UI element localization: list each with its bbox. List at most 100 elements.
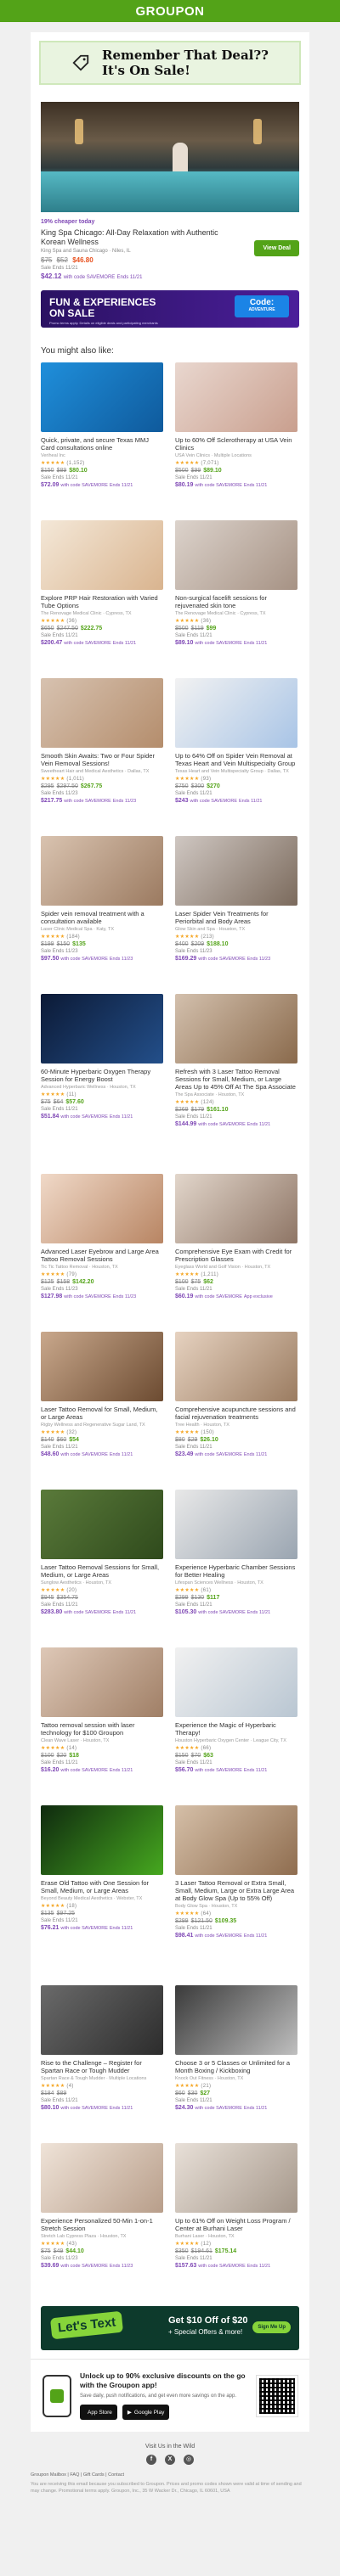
deal-title[interactable]: Experience the Magic of Hyperbaric Thera… bbox=[175, 1721, 298, 1737]
deal-card[interactable]: Laser Tattoo Removal for Small, Medium, … bbox=[41, 1332, 163, 1490]
sale-price: $117 bbox=[207, 1595, 220, 1601]
deal-card[interactable]: Advanced Laser Eyebrow and Large Area Ta… bbox=[41, 1174, 163, 1332]
deal-image[interactable] bbox=[41, 1174, 163, 1243]
deal-image[interactable] bbox=[175, 1332, 298, 1401]
deal-card[interactable]: 3 Laser Tattoo Removal or Extra Small, S… bbox=[175, 1805, 298, 1985]
deal-image[interactable] bbox=[41, 2143, 163, 2213]
deal-card[interactable]: Quick, private, and secure Texas MMJ Car… bbox=[41, 362, 163, 520]
deal-title[interactable]: Comprehensive acupuncture sessions and f… bbox=[175, 1406, 298, 1421]
deal-image[interactable] bbox=[41, 1985, 163, 2055]
deal-image[interactable] bbox=[175, 1805, 298, 1875]
deal-card[interactable]: Comprehensive acupuncture sessions and f… bbox=[175, 1332, 298, 1490]
deal-card[interactable]: Experience Hyperbaric Chamber Sessions f… bbox=[175, 1490, 298, 1647]
deal-title[interactable]: Advanced Laser Eyebrow and Large Area Ta… bbox=[41, 1248, 163, 1263]
deal-image[interactable] bbox=[41, 1490, 163, 1559]
deal-title[interactable]: Experience Personalized 50-Min 1-on-1 St… bbox=[41, 2217, 163, 2232]
groupon-logo[interactable]: GROUPON bbox=[135, 4, 204, 19]
deal-card[interactable]: Explore PRP Hair Restoration with Varied… bbox=[41, 520, 163, 678]
deal-image[interactable] bbox=[175, 1174, 298, 1243]
main-deal-title[interactable]: King Spa Chicago: All-Day Relaxation wit… bbox=[41, 228, 219, 247]
deal-title[interactable]: Erase Old Tattoo with One Session for Sm… bbox=[41, 1879, 163, 1894]
code-text: with code SAVEMORE bbox=[198, 2264, 246, 2269]
deal-card[interactable]: Erase Old Tattoo with One Session for Sm… bbox=[41, 1805, 163, 1985]
main-deal-card[interactable]: 19% cheaper today King Spa Chicago: All-… bbox=[31, 93, 309, 290]
qr-code[interactable] bbox=[256, 2374, 298, 2417]
app-store-button[interactable]: App Store bbox=[80, 2405, 117, 2420]
deal-title[interactable]: Laser Tattoo Removal for Small, Medium, … bbox=[41, 1406, 163, 1421]
deal-card[interactable]: Laser Tattoo Removal Sessions for Small,… bbox=[41, 1490, 163, 1647]
deal-image[interactable] bbox=[175, 678, 298, 748]
deal-card[interactable]: Laser Spider Vein Treatments for Periorb… bbox=[175, 836, 298, 994]
text-signup-banner[interactable]: Let's Text Get $10 Off of $20 + Special … bbox=[31, 2301, 309, 2359]
deal-card[interactable]: Up to 61% Off on Weight Loss Program / C… bbox=[175, 2143, 298, 2301]
deal-image[interactable] bbox=[41, 994, 163, 1064]
code-price-line: $80.19 with code SAVEMORE Ends 11/21 bbox=[175, 482, 298, 488]
deal-merchant: Knock Out Fitness · Houston, TX bbox=[175, 2076, 244, 2081]
deal-image[interactable] bbox=[175, 1647, 298, 1717]
deal-title[interactable]: Laser Spider Vein Treatments for Periorb… bbox=[175, 910, 298, 925]
deal-title[interactable]: Experience Hyperbaric Chamber Sessions f… bbox=[175, 1563, 298, 1579]
deal-prices: $150 $70 $63 bbox=[175, 1753, 298, 1759]
google-play-button[interactable]: ▶ Google Play bbox=[122, 2405, 170, 2420]
facebook-icon[interactable]: f bbox=[146, 2455, 156, 2465]
deal-title[interactable]: 60-Minute Hyperbaric Oxygen Therapy Sess… bbox=[41, 1068, 163, 1083]
footer-links[interactable]: Groupon Mailbox | FAQ | Gift Cards | Con… bbox=[31, 2472, 309, 2478]
deal-title[interactable]: Up to 64% Off on Spider Vein Removal at … bbox=[175, 752, 298, 767]
deal-image[interactable] bbox=[175, 836, 298, 906]
deal-image[interactable] bbox=[175, 520, 298, 590]
code-text: with code SAVEMORE bbox=[190, 799, 238, 804]
deal-image[interactable] bbox=[41, 836, 163, 906]
deal-title[interactable]: Tattoo removal session with laser techno… bbox=[41, 1721, 163, 1737]
deal-image[interactable] bbox=[41, 362, 163, 432]
deal-title[interactable]: Refresh with 3 Laser Tattoo Removal Sess… bbox=[175, 1068, 298, 1091]
deal-image[interactable] bbox=[41, 520, 163, 590]
deal-image[interactable] bbox=[175, 1490, 298, 1559]
deal-card[interactable]: Spider vein removal treatment with a con… bbox=[41, 836, 163, 994]
deal-title[interactable]: 3 Laser Tattoo Removal or Extra Small, S… bbox=[175, 1879, 298, 1902]
deal-image[interactable] bbox=[175, 994, 298, 1064]
deal-title[interactable]: Up to 60% Off Sclerotherapy at USA Vein … bbox=[175, 436, 298, 452]
instagram-icon[interactable]: ◎ bbox=[184, 2455, 194, 2465]
original-price: $500 bbox=[175, 468, 189, 474]
deal-image[interactable] bbox=[41, 1805, 163, 1875]
code-text: with code SAVEMORE bbox=[195, 1933, 242, 1939]
deal-title[interactable]: Laser Tattoo Removal Sessions for Small,… bbox=[41, 1563, 163, 1579]
code-price-line: $16.20 with code SAVEMORE Ends 11/21 bbox=[41, 1767, 163, 1773]
deal-title[interactable]: Quick, private, and secure Texas MMJ Car… bbox=[41, 436, 163, 452]
deal-title[interactable]: Comprehensive Eye Exam with Credit for P… bbox=[175, 1248, 298, 1263]
deal-card[interactable]: Smooth Skin Awaits: Two or Four Spider V… bbox=[41, 678, 163, 836]
deal-card[interactable]: Refresh with 3 Laser Tattoo Removal Sess… bbox=[175, 994, 298, 1174]
fun-experiences-banner[interactable]: FUN & EXPERIENCES ON SALE Code: ADVENTUR… bbox=[31, 290, 309, 334]
sign-me-up-button[interactable]: Sign Me Up bbox=[252, 2321, 291, 2333]
deal-title[interactable]: Up to 61% Off on Weight Loss Program / C… bbox=[175, 2217, 298, 2232]
code-ends: Ends 11/21 bbox=[112, 1610, 137, 1615]
deal-card[interactable]: Up to 64% Off on Spider Vein Removal at … bbox=[175, 678, 298, 836]
deal-title[interactable]: Non-surgical facelift sessions for rejuv… bbox=[175, 594, 298, 609]
deal-card[interactable]: 60-Minute Hyperbaric Oxygen Therapy Sess… bbox=[41, 994, 163, 1174]
deal-title[interactable]: Spider vein removal treatment with a con… bbox=[41, 910, 163, 925]
deal-card[interactable]: Experience the Magic of Hyperbaric Thera… bbox=[175, 1647, 298, 1805]
deal-card[interactable]: Choose 3 or 5 Classes or Unlimited for a… bbox=[175, 1985, 298, 2143]
deal-card[interactable]: Up to 60% Off Sclerotherapy at USA Vein … bbox=[175, 362, 298, 520]
deal-card[interactable]: Comprehensive Eye Exam with Credit for P… bbox=[175, 1174, 298, 1332]
star-rating: ★★★★★ (36) bbox=[41, 618, 163, 624]
deal-title[interactable]: Explore PRP Hair Restoration with Varied… bbox=[41, 594, 163, 609]
deal-card[interactable]: Rise to the Challenge – Register for Spa… bbox=[41, 1985, 163, 2143]
deal-card[interactable]: Experience Personalized 50-Min 1-on-1 St… bbox=[41, 2143, 163, 2301]
deal-image[interactable] bbox=[175, 1985, 298, 2055]
deal-image[interactable] bbox=[41, 1332, 163, 1401]
deal-title[interactable]: Smooth Skin Awaits: Two or Four Spider V… bbox=[41, 752, 163, 767]
main-deal-image[interactable] bbox=[41, 102, 299, 212]
deal-image[interactable] bbox=[41, 678, 163, 748]
deal-image[interactable] bbox=[175, 2143, 298, 2213]
code-price: $80.19 bbox=[175, 482, 194, 488]
deal-card[interactable]: Non-surgical facelift sessions for rejuv… bbox=[175, 520, 298, 678]
x-icon[interactable]: X bbox=[165, 2455, 175, 2465]
view-deal-button[interactable]: View Deal bbox=[254, 240, 299, 256]
deal-image[interactable] bbox=[41, 1647, 163, 1717]
rating-count: (20) bbox=[66, 1588, 77, 1593]
deal-image[interactable] bbox=[175, 362, 298, 432]
deal-card[interactable]: Tattoo removal session with laser techno… bbox=[41, 1647, 163, 1805]
deal-title[interactable]: Choose 3 or 5 Classes or Unlimited for a… bbox=[175, 2059, 298, 2074]
deal-title[interactable]: Rise to the Challenge – Register for Spa… bbox=[41, 2059, 163, 2074]
